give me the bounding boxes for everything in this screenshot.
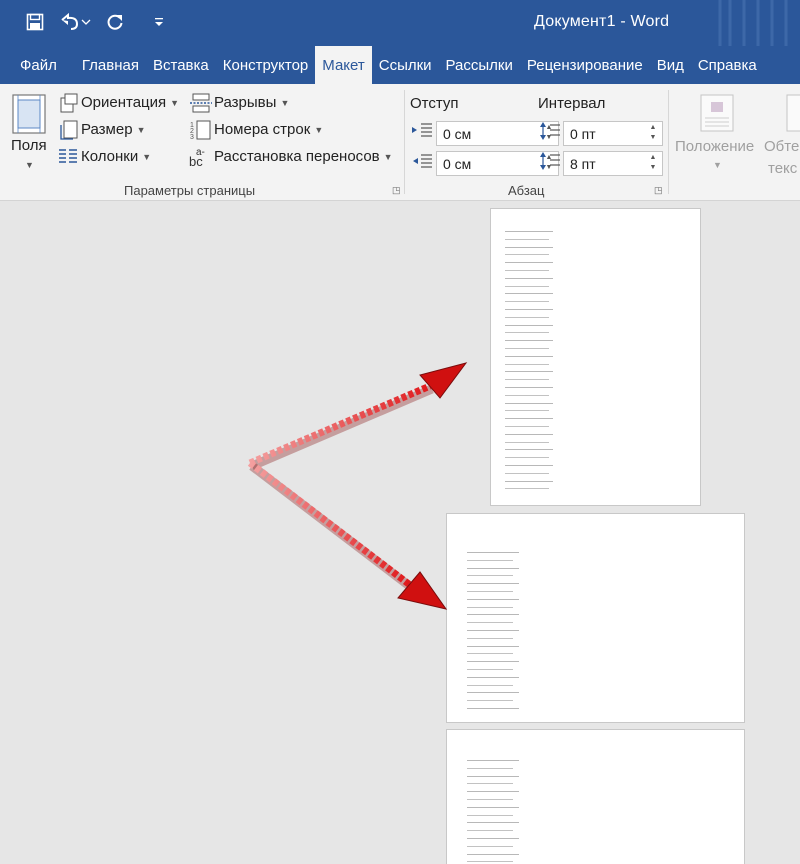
arrow-down-right bbox=[247, 460, 448, 610]
annotation-arrows bbox=[247, 362, 468, 610]
arrow-up-right bbox=[248, 362, 468, 471]
